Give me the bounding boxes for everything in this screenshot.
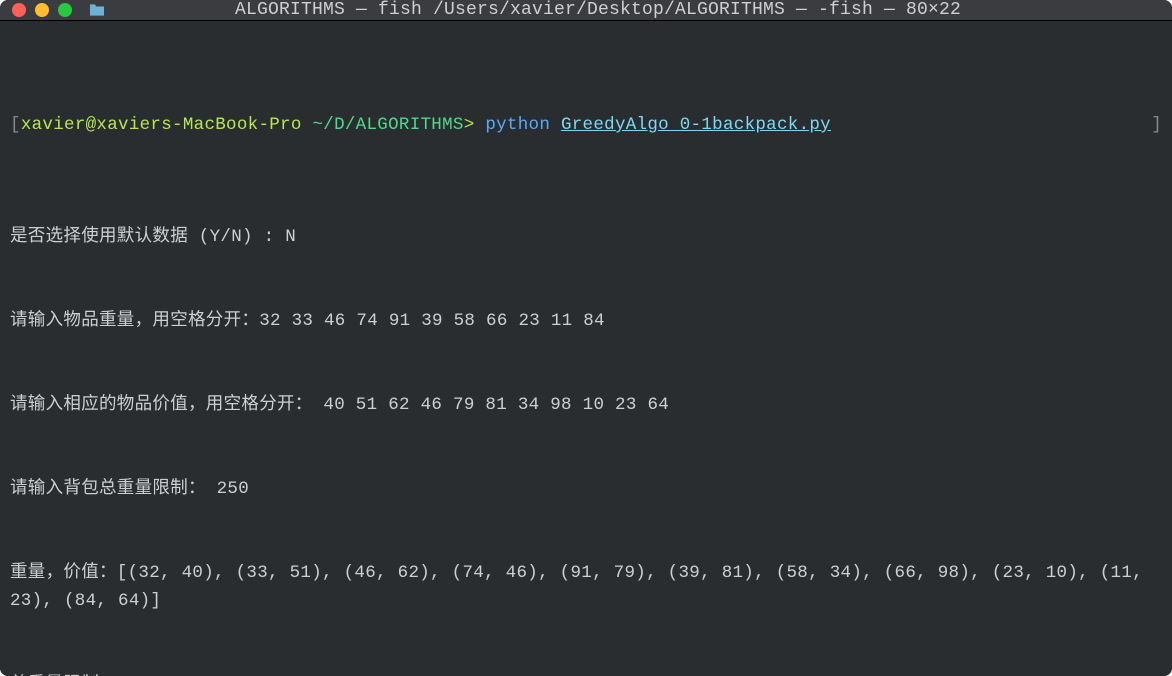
close-icon[interactable] — [12, 3, 26, 17]
command-file: GreedyAlgo_0-1backpack.py — [561, 115, 831, 135]
command-python: python — [485, 115, 550, 135]
output-line: 请输入相应的物品价值，用空格分开： 40 51 62 46 79 81 34 9… — [10, 391, 1162, 419]
prompt-path: ~/D/ALGORITHMS — [302, 115, 464, 135]
prompt-user-host: xavier@xaviers-MacBook-Pro — [21, 115, 302, 135]
output-line: 重量，价值：[(32, 40), (33, 51), (46, 62), (74… — [10, 559, 1162, 615]
output-line: 总重量限制：250 — [10, 671, 1162, 676]
output-line: 是否选择使用默认数据 (Y/N) : N — [10, 223, 1162, 251]
prompt-bracket-close: ] — [1151, 111, 1162, 139]
window-title: ALGORITHMS — fish /Users/xavier/Desktop/… — [36, 0, 1160, 20]
prompt-line-1: [xavier@xaviers-MacBook-Pro ~/D/ALGORITH… — [10, 111, 1162, 139]
terminal-window: ALGORITHMS — fish /Users/xavier/Desktop/… — [0, 0, 1172, 676]
output-line: 请输入物品重量，用空格分开：32 33 46 74 91 39 58 66 23… — [10, 307, 1162, 335]
prompt-gt: > — [464, 115, 486, 135]
prompt-bracket-open: [ — [10, 115, 21, 135]
titlebar[interactable]: ALGORITHMS — fish /Users/xavier/Desktop/… — [0, 0, 1172, 21]
terminal-body[interactable]: [xavier@xaviers-MacBook-Pro ~/D/ALGORITH… — [0, 21, 1172, 676]
output-line: 请输入背包总重量限制： 250 — [10, 475, 1162, 503]
